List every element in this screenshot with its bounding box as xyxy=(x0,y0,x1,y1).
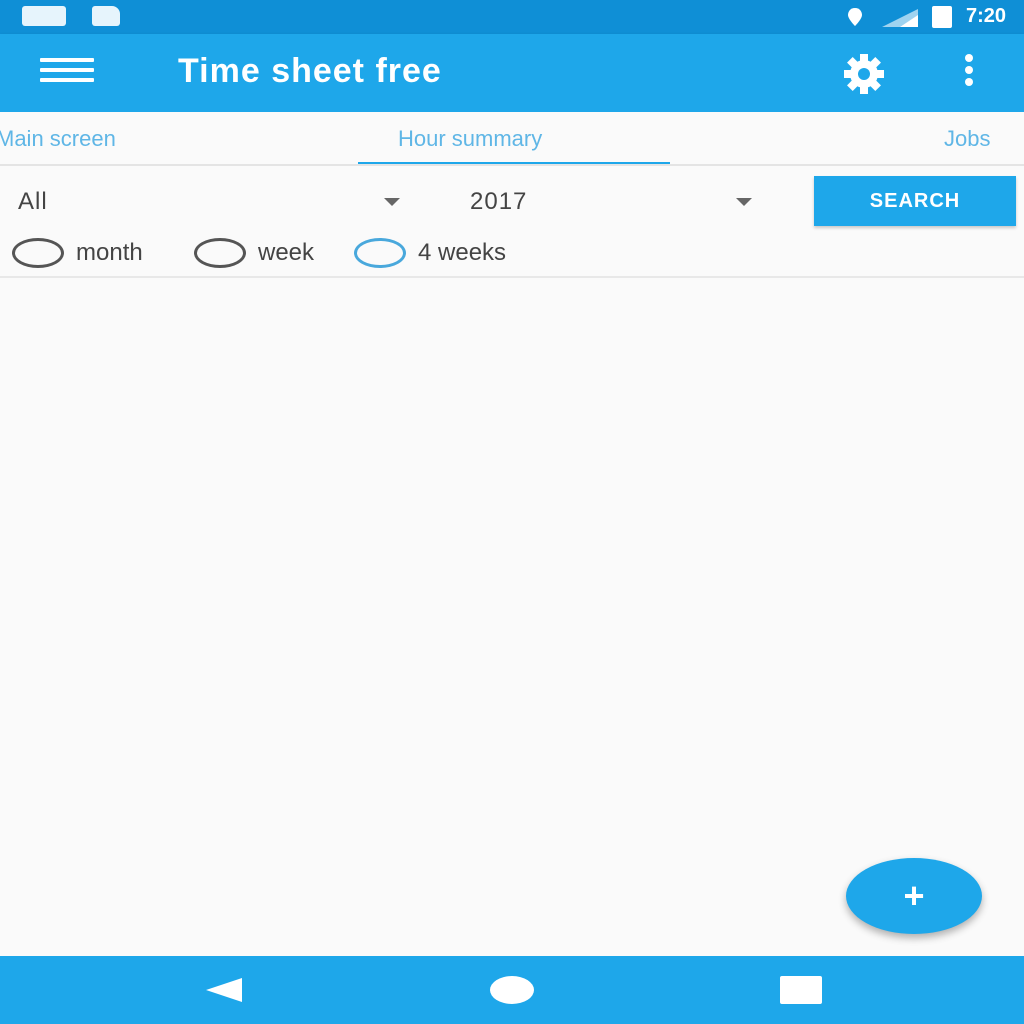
overflow-menu-icon[interactable] xyxy=(954,52,984,96)
radio-week[interactable]: week xyxy=(194,238,314,268)
radio-circle xyxy=(354,238,406,268)
location-icon xyxy=(847,7,862,26)
chevron-down-icon xyxy=(736,198,752,206)
year-dropdown[interactable]: 2017 xyxy=(470,184,760,224)
status-time: 7:20 xyxy=(965,5,1006,27)
summary-list-area xyxy=(0,280,1024,956)
file-icon xyxy=(92,6,120,26)
app-title: Time sheet free xyxy=(178,52,442,90)
category-dropdown-value: All xyxy=(18,188,48,215)
status-left-icons xyxy=(22,6,120,26)
tab-bar: Main screen Hour summary Jobs xyxy=(0,112,1024,166)
tab-indicator xyxy=(358,162,670,164)
radio-label: 4 weeks xyxy=(418,239,507,266)
tab-jobs[interactable]: Jobs xyxy=(944,126,990,152)
message-icon xyxy=(22,6,66,26)
status-bar: 7:20 xyxy=(0,0,1024,34)
filter-panel: All 2017 SEARCH month week 4 weeks xyxy=(0,168,1024,278)
app-bar: Time sheet free xyxy=(0,34,1024,112)
period-radio-group: month week 4 weeks xyxy=(0,238,1024,274)
status-right-icons: 7:20 xyxy=(846,5,1006,28)
home-icon[interactable] xyxy=(490,976,534,1004)
settings-icon[interactable] xyxy=(838,52,890,96)
chevron-down-icon xyxy=(384,198,400,206)
navigation-bar xyxy=(0,956,1024,1024)
search-button[interactable]: SEARCH xyxy=(814,176,1016,226)
menu-icon[interactable] xyxy=(40,58,94,88)
radio-circle xyxy=(194,238,246,268)
add-button[interactable]: + xyxy=(846,858,982,934)
radio-label: month xyxy=(76,239,143,266)
radio-circle xyxy=(12,238,64,268)
battery-icon xyxy=(931,5,952,28)
tab-main-screen[interactable]: Main screen xyxy=(0,126,116,152)
radio-month[interactable]: month xyxy=(12,238,143,268)
radio-4-weeks[interactable]: 4 weeks xyxy=(354,238,506,268)
recent-apps-icon[interactable] xyxy=(780,976,822,1004)
category-dropdown[interactable]: All xyxy=(18,184,408,224)
signal-icon xyxy=(881,8,918,27)
tab-hour-summary[interactable]: Hour summary xyxy=(398,126,542,152)
year-dropdown-value: 2017 xyxy=(470,188,528,215)
radio-label: week xyxy=(258,239,315,266)
back-icon[interactable] xyxy=(204,976,244,1004)
